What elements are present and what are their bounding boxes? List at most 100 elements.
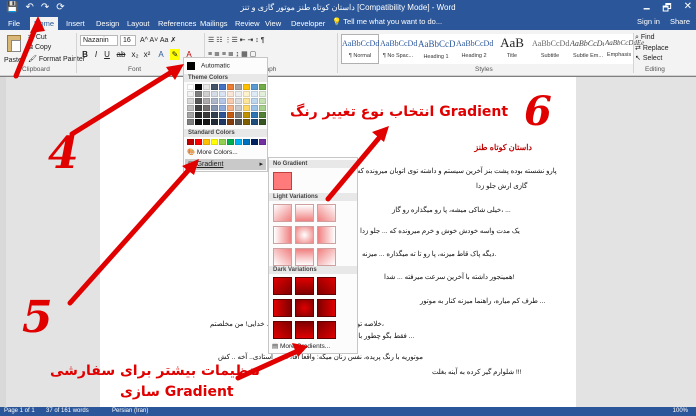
theme-color-swatch[interactable]: [235, 91, 242, 97]
dark-gradient-swatch[interactable]: [317, 299, 336, 317]
subscript-icon[interactable]: x₂: [130, 49, 140, 60]
style-subtle-emphasis[interactable]: AaBbCcDdEe Subtle Em...: [569, 34, 615, 64]
underline-button[interactable]: U: [102, 49, 112, 60]
theme-color-swatch[interactable]: [211, 91, 218, 97]
language-indicator[interactable]: Persian (Iran): [112, 408, 148, 414]
standard-color-swatch[interactable]: [243, 139, 250, 145]
page-count[interactable]: Page 1 of 1: [4, 408, 35, 414]
theme-color-swatch[interactable]: [243, 91, 250, 97]
style-title[interactable]: AaB Title: [493, 34, 531, 64]
theme-color-swatch[interactable]: [227, 119, 234, 125]
theme-color-swatch[interactable]: [219, 105, 226, 111]
standard-color-swatch[interactable]: [251, 139, 258, 145]
grow-font-icon[interactable]: A^ A˅ Aa ✗: [140, 36, 176, 44]
style-emphasis[interactable]: AaBbCcDdEe Emphasis: [604, 34, 644, 64]
theme-color-swatch[interactable]: [259, 105, 266, 111]
theme-color-swatch[interactable]: [219, 98, 226, 104]
theme-color-swatch[interactable]: [235, 98, 242, 104]
theme-color-swatch[interactable]: [187, 112, 194, 118]
style-heading-1[interactable]: AaBbCcDdEe Heading 1: [417, 34, 470, 64]
theme-color-swatch[interactable]: [259, 98, 266, 104]
tab-layout[interactable]: Layout: [123, 17, 154, 30]
theme-color-swatch[interactable]: [235, 84, 242, 90]
theme-color-swatch[interactable]: [251, 119, 258, 125]
bullets-icon[interactable]: ☰ ☷ ⋮☰ ⇤ ⇥ ↕ ¶: [208, 36, 265, 44]
standard-color-swatch[interactable]: [219, 139, 226, 145]
standard-color-swatch[interactable]: [227, 139, 234, 145]
gradient-menu-item[interactable]: ▤ Gradient ▸: [185, 159, 266, 170]
tab-insert[interactable]: Insert: [62, 17, 89, 30]
standard-color-swatch[interactable]: [259, 139, 266, 145]
more-colors-item[interactable]: 🎨 More Colors...: [187, 148, 238, 156]
tab-developer[interactable]: Developer: [287, 17, 329, 30]
theme-color-swatch[interactable]: [251, 91, 258, 97]
tab-view[interactable]: View: [261, 17, 285, 30]
sign-in-link[interactable]: Sign in: [637, 17, 660, 26]
theme-color-swatch[interactable]: [227, 112, 234, 118]
find-button[interactable]: ⌕ Find: [635, 34, 655, 42]
light-gradient-swatch[interactable]: [295, 248, 314, 266]
theme-color-swatch[interactable]: [259, 91, 266, 97]
theme-color-swatch[interactable]: [195, 105, 202, 111]
light-gradient-swatch[interactable]: [317, 204, 336, 222]
theme-color-swatch[interactable]: [251, 112, 258, 118]
style-heading-2[interactable]: AaBbCcDdEe Heading 2: [455, 34, 502, 64]
theme-color-swatch[interactable]: [227, 105, 234, 111]
light-gradient-swatch[interactable]: [273, 248, 292, 266]
theme-color-swatch[interactable]: [251, 105, 258, 111]
theme-color-swatch[interactable]: [259, 112, 266, 118]
select-button[interactable]: ↖ Select: [635, 54, 662, 62]
theme-color-swatch[interactable]: [187, 91, 194, 97]
light-gradient-swatch[interactable]: [295, 226, 314, 244]
tab-file[interactable]: File: [4, 17, 24, 30]
tab-references[interactable]: References: [154, 17, 200, 30]
theme-color-swatch[interactable]: [227, 98, 234, 104]
theme-color-swatch[interactable]: [203, 119, 210, 125]
theme-color-swatch[interactable]: [243, 105, 250, 111]
style-normal[interactable]: AaBbCcDdEe ¶ Normal: [341, 34, 388, 64]
theme-color-swatch[interactable]: [203, 91, 210, 97]
tab-review[interactable]: Review: [231, 17, 264, 30]
theme-color-swatch[interactable]: [259, 119, 266, 125]
dark-gradient-swatch[interactable]: [273, 321, 292, 339]
theme-color-swatch[interactable]: [195, 119, 202, 125]
tab-home[interactable]: Home: [30, 17, 59, 30]
theme-color-swatch[interactable]: [243, 112, 250, 118]
dark-gradient-swatch[interactable]: [273, 277, 292, 295]
theme-color-swatch[interactable]: [251, 98, 258, 104]
style-subtitle[interactable]: AaBbCcDdEe Subtitle: [531, 34, 578, 64]
standard-color-swatch[interactable]: [235, 139, 242, 145]
theme-color-swatch[interactable]: [243, 84, 250, 90]
theme-color-swatch[interactable]: [227, 91, 234, 97]
light-gradient-swatch[interactable]: [317, 226, 336, 244]
theme-color-swatch[interactable]: [251, 84, 258, 90]
tell-me-box[interactable]: 💡 Tell me what you want to do...: [332, 17, 442, 26]
theme-color-swatch[interactable]: [243, 119, 250, 125]
light-gradient-swatch[interactable]: [295, 204, 314, 222]
bold-button[interactable]: B: [80, 49, 90, 60]
dark-gradient-swatch[interactable]: [295, 277, 314, 295]
superscript-icon[interactable]: x²: [142, 49, 152, 60]
word-count[interactable]: 37 of 161 words: [46, 408, 89, 414]
italic-button[interactable]: I: [91, 49, 101, 60]
theme-color-swatch[interactable]: [211, 84, 218, 90]
light-gradient-swatch[interactable]: [317, 248, 336, 266]
no-gradient-swatch[interactable]: [273, 172, 292, 190]
font-name-combo[interactable]: Nazanin: [80, 35, 118, 46]
theme-color-swatch[interactable]: [219, 112, 226, 118]
theme-color-swatch[interactable]: [219, 119, 226, 125]
standard-color-swatch[interactable]: [195, 139, 202, 145]
theme-color-swatch[interactable]: [187, 98, 194, 104]
light-gradient-swatch[interactable]: [273, 226, 292, 244]
font-size-combo[interactable]: 16: [120, 35, 136, 46]
theme-color-swatch[interactable]: [243, 98, 250, 104]
more-gradients-item[interactable]: ▤ More Gradients...: [272, 342, 330, 350]
theme-color-swatch[interactable]: [211, 112, 218, 118]
dark-gradient-swatch[interactable]: [273, 299, 292, 317]
replace-button[interactable]: ⇄ Replace: [635, 44, 669, 52]
theme-color-swatch[interactable]: [219, 84, 226, 90]
tab-mailings[interactable]: Mailings: [196, 17, 232, 30]
automatic-color-item[interactable]: Automatic: [187, 62, 230, 70]
standard-color-swatch[interactable]: [203, 139, 210, 145]
theme-color-swatch[interactable]: [203, 98, 210, 104]
